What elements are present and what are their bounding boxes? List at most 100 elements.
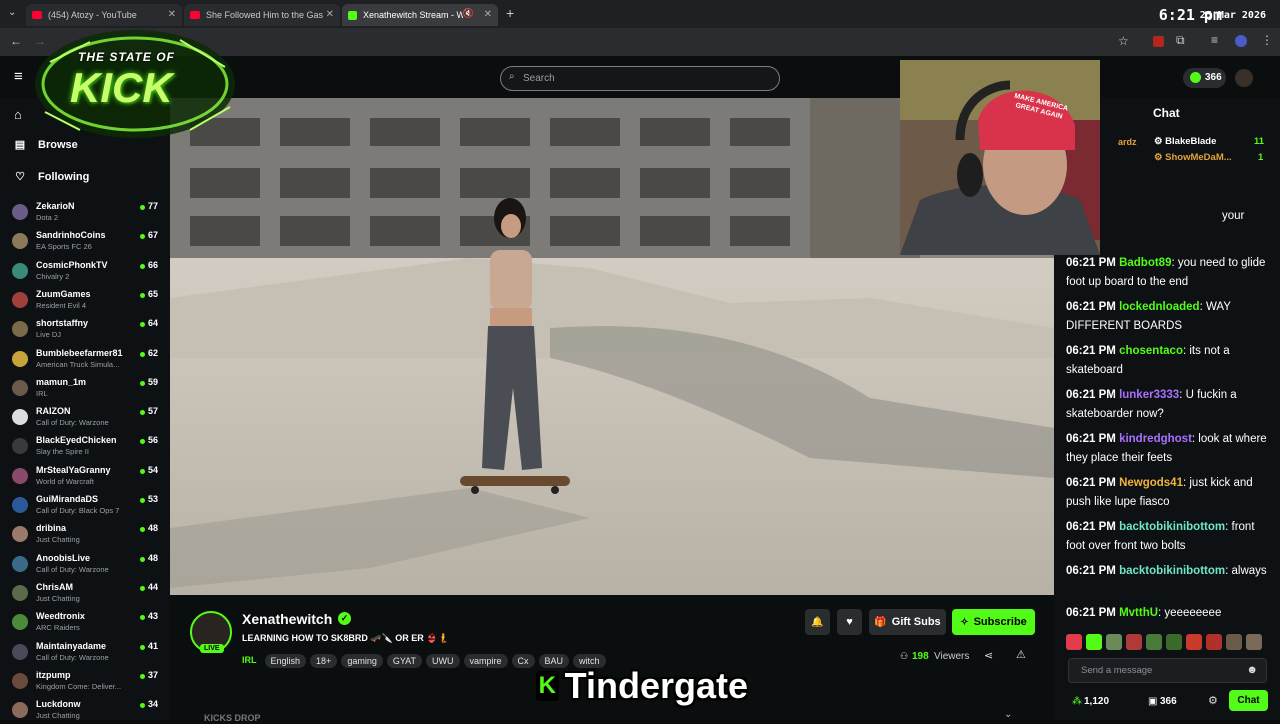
back-icon[interactable]: ← [10, 34, 22, 48]
kebab-menu-icon[interactable]: ⋮ [1261, 33, 1273, 47]
sidebar-channel[interactable]: RAIZON Call of Duty: Warzone 57 [0, 402, 170, 431]
sidebar-channel[interactable]: shortstaffny Live DJ 64 [0, 314, 170, 343]
emoji-icon[interactable]: ☻ [1246, 664, 1258, 676]
emote-icon[interactable] [1146, 634, 1162, 650]
notification-bell-button[interactable]: 🔔 [805, 609, 830, 635]
stream-tag[interactable]: gaming [341, 654, 383, 668]
gift-subs-button[interactable]: 🎁 Gift Subs [869, 609, 946, 635]
channel-name: SandrinhoCoins [36, 230, 106, 241]
tab-list-chevron-icon[interactable]: ⌄ [8, 7, 16, 18]
user-avatar[interactable] [1235, 69, 1253, 87]
channel-name: GuiMirandaDS [36, 494, 99, 504]
browse-icon: ▤ [14, 139, 26, 151]
menu-icon[interactable]: ≡ [1211, 33, 1218, 47]
sidebar-channel[interactable]: BlackEyedChicken Slay the Spire II 56 [0, 431, 170, 460]
sidebar-channel[interactable]: GuiMirandaDS Call of Duty: Black Ops 7 53 [0, 490, 170, 519]
channel-game: Call of Duty: Warzone [36, 418, 109, 428]
chat-username[interactable]: Badbot89 [1119, 257, 1171, 269]
chat-username[interactable]: backtobikinibottom [1119, 565, 1225, 577]
hamburger-icon[interactable]: ≡ [14, 68, 23, 85]
chat-message: 06:21 PM Badbot89: you need to glide foo… [1066, 257, 1266, 288]
emote-icon[interactable] [1106, 634, 1122, 650]
stream-tag[interactable]: Cx [511, 654, 535, 668]
chat-username[interactable]: MvtthU [1119, 607, 1158, 619]
channel-avatar [12, 643, 28, 660]
points-count: 1,120 [1084, 696, 1110, 707]
gift-icon: 🎁 [874, 616, 887, 628]
puzzle-icon[interactable]: ⧉ [1176, 33, 1185, 48]
chat-message: 06:21 PM MvtthU: yeeeeeeee [1066, 607, 1222, 619]
close-tab-icon[interactable]: ✕ [326, 9, 334, 20]
chat-username[interactable]: chosentaco [1119, 345, 1183, 357]
stream-tag[interactable]: vampire [463, 654, 508, 668]
mute-icon[interactable]: 🔇 [463, 8, 474, 19]
close-tab-icon[interactable]: ✕ [484, 9, 492, 20]
channel-name[interactable]: Xenathewitch [242, 611, 332, 627]
channel-viewers: 59 [147, 376, 158, 387]
browser-tab-kick[interactable]: Xenathewitch Stream - Watch Live 🔇 ✕ [342, 4, 498, 26]
sidebar-channel[interactable]: Weedtronix ARC Raiders 43 [0, 607, 170, 636]
sidebar-channel[interactable]: CosmicPhonkTV Chivalry 2 66 [0, 256, 170, 285]
stream-tag[interactable]: 18+ [310, 654, 338, 668]
search-input[interactable]: ⌕ Search [500, 66, 780, 91]
new-tab-button[interactable]: + [506, 5, 514, 21]
channel-game: Resident Evil 4 [36, 300, 87, 310]
emote-icon[interactable] [1226, 634, 1242, 650]
channel-viewers: 48 [147, 523, 158, 534]
bookmark-star-icon[interactable]: ☆ [1118, 34, 1129, 48]
emote-icon[interactable] [1206, 634, 1222, 650]
chat-timestamp: 06:21 PM [1066, 345, 1116, 357]
sidebar-channel[interactable]: MrStealYaGranny World of Warcraft 54 [0, 461, 170, 490]
channel-game: Slay the Spire II [36, 447, 89, 457]
subscribe-button[interactable]: ✧ Subscribe [952, 609, 1035, 635]
sidebar-channel[interactable]: itzpump Kingdom Come: Deliver... 37 [0, 666, 170, 695]
chat-message-input[interactable]: Send a message ☻ [1068, 658, 1267, 683]
kick-points-pill[interactable]: 366 [1183, 68, 1226, 88]
sidebar-channel[interactable]: mamun_1m IRL 59 [0, 373, 170, 402]
live-dot-icon [140, 498, 145, 503]
emote-bar [1066, 634, 1268, 652]
share-icon[interactable]: ⋖ [984, 649, 993, 662]
home-icon[interactable]: ⌂ [14, 107, 22, 122]
stream-tag[interactable]: GYAT [386, 654, 423, 668]
chat-username[interactable]: Newgods41 [1119, 477, 1183, 489]
emote-icon[interactable] [1246, 634, 1262, 650]
sidebar-channel[interactable]: dribina Just Chatting 48 [0, 519, 170, 548]
emote-icon[interactable] [1066, 634, 1082, 650]
chat-username[interactable]: kindredghost [1119, 433, 1192, 445]
channel-viewers: 34 [147, 699, 158, 710]
emote-icon[interactable] [1086, 634, 1102, 650]
sidebar-channel[interactable]: ZuumGames Resident Evil 4 65 [0, 285, 170, 314]
chat-username[interactable]: lockednloaded [1119, 301, 1200, 313]
stream-tag[interactable]: UWU [426, 654, 460, 668]
sidebar-channel[interactable]: AnoobisLive Call of Duty: Warzone 48 [0, 549, 170, 578]
sidebar-channel[interactable]: Bumblebeefarmer81 American Truck Simula..… [0, 344, 170, 373]
chat-settings-icon[interactable]: ⚙ [1208, 694, 1218, 707]
chat-username[interactable]: backtobikinibottom [1119, 521, 1225, 533]
gift-icon: ⚙ [1154, 152, 1166, 163]
channel-game: ARC Raiders [36, 623, 80, 633]
sidebar-channel[interactable]: Maintainyadame Call of Duty: Warzone 41 [0, 637, 170, 666]
channel-name: CosmicPhonkTV [36, 259, 108, 270]
channel-avatar [12, 379, 28, 396]
pinned-gifter-1: ⚙ BlakeBlade 11 [1154, 136, 1264, 147]
chat-username[interactable]: lunker3333 [1119, 389, 1179, 401]
extension-icon[interactable] [1153, 36, 1164, 47]
sidebar-channel[interactable]: SandrinhoCoins EA Sports FC 26 67 [0, 226, 170, 255]
sidebar-channel[interactable]: ChrisAM Just Chatting 44 [0, 578, 170, 607]
sidebar-item-following[interactable]: ♡ Following [14, 171, 89, 183]
sidebar-channel[interactable]: ZekarioN Dota 2 77 [0, 197, 170, 226]
emote-icon[interactable] [1126, 634, 1142, 650]
collapse-chevron-icon[interactable]: ⌄ [1004, 709, 1012, 720]
report-icon[interactable]: ⚠ [1016, 648, 1026, 661]
follow-button[interactable]: ♥ [837, 609, 862, 635]
chat-partial-name: ardz [1118, 137, 1137, 147]
emote-icon[interactable] [1186, 634, 1202, 650]
category-link[interactable]: IRL [242, 655, 257, 665]
chat-send-button[interactable]: Chat [1229, 690, 1268, 711]
chat-message: 06:21 PM kindredghost: look at where the… [1066, 433, 1267, 464]
close-tab-icon[interactable]: ✕ [168, 9, 176, 20]
profile-avatar[interactable] [1235, 35, 1247, 47]
emote-icon[interactable] [1166, 634, 1182, 650]
stream-tag[interactable]: English [264, 654, 307, 668]
